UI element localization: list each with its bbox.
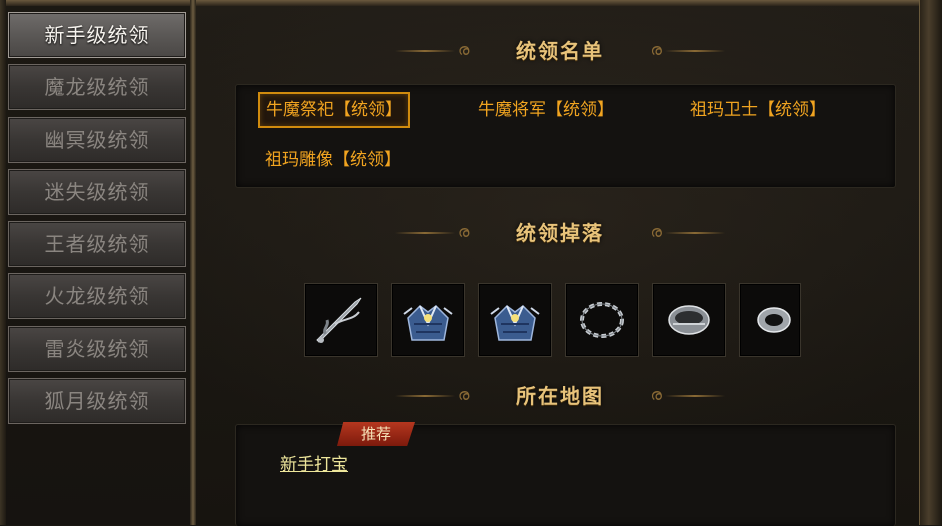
map-location-link[interactable]: 新手打宝 [280,450,348,475]
sidebar-divider [190,0,196,525]
tab-netherworld-leader[interactable]: 幽冥级统领 [8,117,186,163]
scroll-ornament-icon: ര [650,222,662,241]
leader-item-bull-demon-general[interactable]: 牛魔将军【统领】 [478,94,614,126]
tab-thunder-flame-leader[interactable]: 雷炎级统领 [8,326,186,372]
silver-chain-necklace-icon [580,302,624,338]
map-panel [235,424,896,526]
dagger-icon [316,297,362,343]
leader-item-zuma-guard[interactable]: 祖玛卫士【统领】 [690,94,826,126]
badge-label: 推荐 [360,425,391,443]
leader-guide-window: 新手级统领 魔龙级统领 幽冥级统领 迷失级统领 王者级统领 火龙级统领 雷炎级统… [0,0,942,526]
tab-demon-dragon-leader[interactable]: 魔龙级统领 [8,64,186,110]
tab-king-leader[interactable]: 王者级统领 [8,221,186,267]
header-line [665,232,725,234]
leader-item-zuma-statue[interactable]: 祖玛雕像【统领】 [265,144,401,176]
silver-ring-icon [757,307,791,333]
drops-section-header: ര 统领掉落 ര [380,218,740,248]
header-line [665,395,725,397]
tab-lost-leader[interactable]: 迷失级统领 [8,169,186,215]
header-line [665,50,725,52]
leader-item-bull-demon-priest[interactable]: 牛魔祭祀【统领】 [258,92,410,128]
recommended-badge: 推荐 [337,422,415,446]
scroll-ornament-icon: ര [650,40,662,59]
scroll-ornament-icon: ര [650,385,662,404]
drop-slot-2[interactable] [391,283,465,357]
blue-armor-icon [403,305,453,341]
window-frame-right [919,0,942,525]
drop-slot-6[interactable] [739,283,801,357]
leaders-section-header: ര 统领名单 ര [380,36,740,66]
tab-novice-leader[interactable]: 新手级统领 [8,12,186,58]
silver-bracelet-icon [668,305,710,335]
drop-slot-4[interactable] [565,283,639,357]
drop-slot-3[interactable] [478,283,552,357]
tab-fox-moon-leader[interactable]: 狐月级统领 [8,378,186,424]
map-section-header: ര 所在地图 ര [380,381,740,411]
drop-slot-5[interactable] [652,283,726,357]
blue-armor-icon [490,305,540,341]
drop-slot-1[interactable] [304,283,378,357]
tab-fire-dragon-leader[interactable]: 火龙级统领 [8,273,186,319]
